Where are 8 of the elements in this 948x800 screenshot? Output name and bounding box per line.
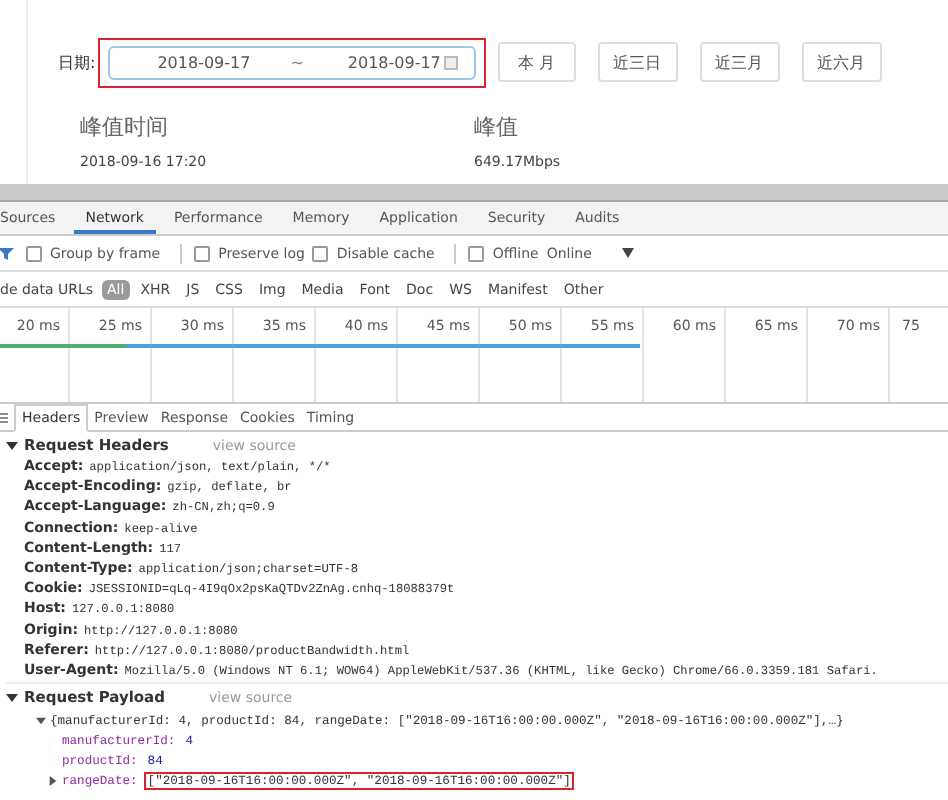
range-button[interactable]: 近六月 xyxy=(801,42,882,82)
column-header: 峰值 xyxy=(474,112,518,142)
date-label: 日期: xyxy=(58,51,96,73)
date-range-field[interactable]: 2018-09-17 ~ 2018-09-17 xyxy=(107,45,476,79)
range-button[interactable]: 近三日 xyxy=(597,42,678,82)
column-header: 峰值时间 xyxy=(78,112,170,142)
range-button[interactable]: 近三月 xyxy=(699,42,780,82)
range-button[interactable]: 本 月 xyxy=(497,42,576,82)
